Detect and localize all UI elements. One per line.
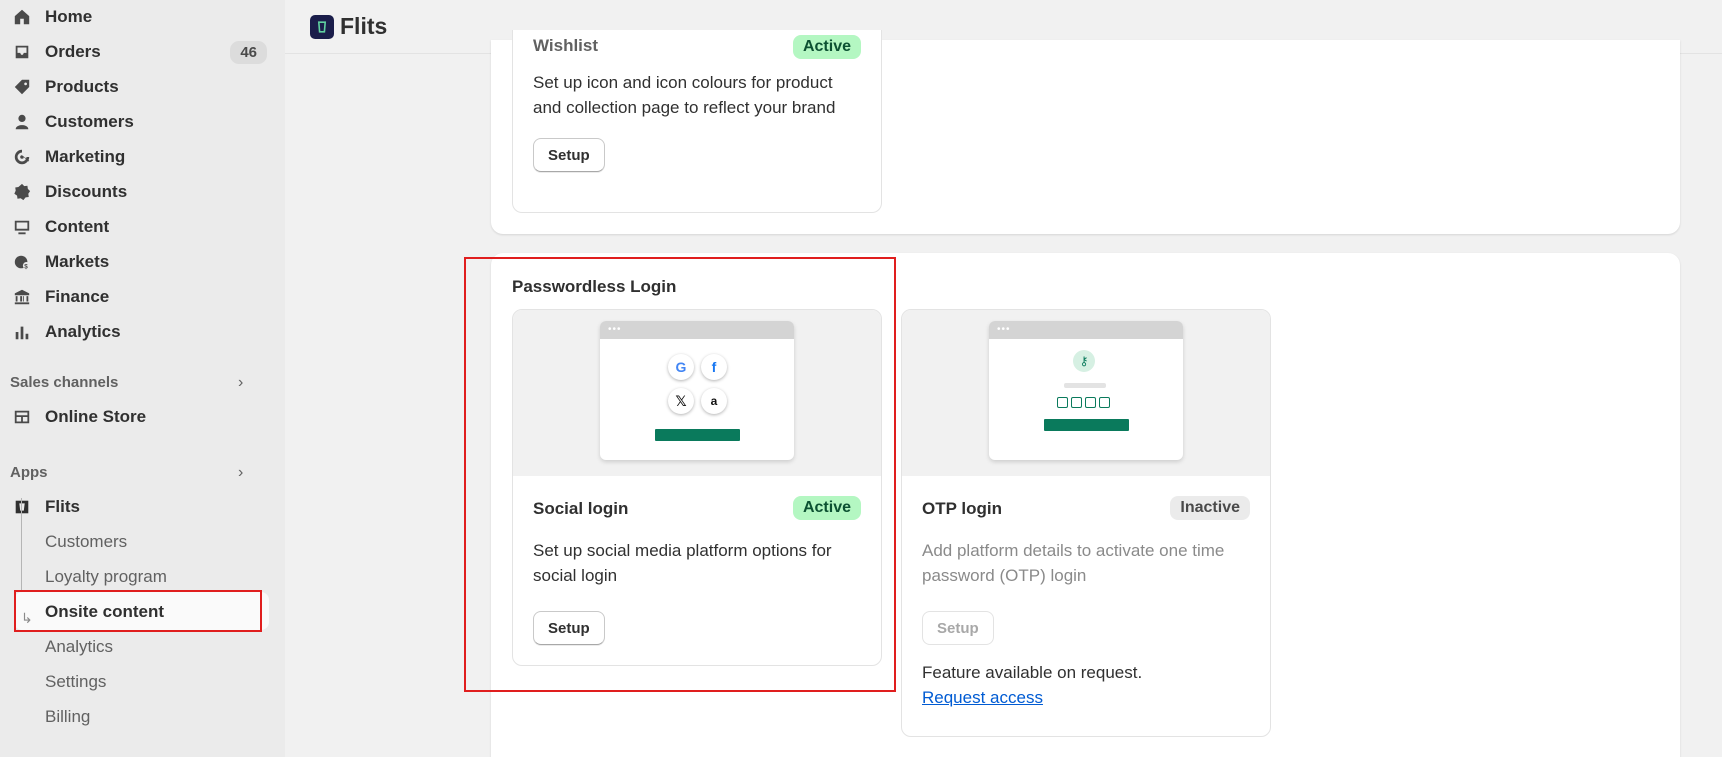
status-badge: Inactive bbox=[1170, 496, 1250, 520]
globe-icon: $ bbox=[12, 252, 32, 272]
sidebar-item-home[interactable]: Home bbox=[12, 0, 267, 34]
wishlist-setup-button[interactable]: Setup bbox=[533, 138, 605, 172]
sidebar-subitem-analytics[interactable]: Analytics bbox=[45, 637, 113, 657]
wishlist-description: Set up icon and icon colours for product… bbox=[533, 73, 836, 117]
sidebar-item-finance[interactable]: Finance bbox=[12, 280, 267, 314]
sidebar-item-label: Analytics bbox=[45, 322, 121, 341]
sidebar-subitem-billing[interactable]: Billing bbox=[45, 707, 90, 727]
request-access-link[interactable]: Request access bbox=[922, 688, 1043, 708]
sidebar-item-label: Flits bbox=[45, 497, 80, 516]
otp-login-description: Add platform details to activate one tim… bbox=[922, 541, 1225, 585]
sidebar-item-orders[interactable]: Orders 46 bbox=[12, 35, 267, 69]
login-button-mock bbox=[1044, 419, 1129, 431]
sidebar-item-label: Products bbox=[45, 77, 119, 96]
sidebar-item-label: Marketing bbox=[45, 147, 126, 166]
sidebar-item-content[interactable]: Content bbox=[12, 210, 267, 244]
key-icon: ⚷ bbox=[1073, 350, 1095, 372]
sidebar-item-customers[interactable]: Customers bbox=[12, 105, 267, 139]
inbox-icon bbox=[12, 42, 32, 62]
discount-icon bbox=[12, 182, 32, 202]
otp-box-icon bbox=[1057, 397, 1068, 408]
image-icon bbox=[12, 217, 32, 237]
sidebar-subitem-customers[interactable]: Customers bbox=[45, 532, 127, 552]
otp-login-card: ••• ⚷ OTP login Inactive Add platform de… bbox=[901, 309, 1271, 737]
otp-login-title: OTP login bbox=[922, 499, 1002, 518]
sidebar-item-marketing[interactable]: Marketing bbox=[12, 140, 267, 174]
sidebar-item-flits[interactable]: Flits bbox=[12, 490, 267, 524]
sidebar-item-label: Finance bbox=[45, 287, 110, 306]
sidebar-item-label: Orders bbox=[45, 42, 101, 61]
sidebar-item-label: Discounts bbox=[45, 182, 128, 201]
text-line-mock bbox=[1064, 383, 1106, 388]
otp-mockup: ••• ⚷ bbox=[989, 321, 1183, 460]
otp-login-setup-button[interactable]: Setup bbox=[922, 611, 994, 645]
sidebar-item-label: Online Store bbox=[45, 407, 147, 426]
sidebar-item-label: Markets bbox=[45, 252, 110, 271]
status-badge: Active bbox=[792, 35, 861, 59]
flits-app-icon bbox=[12, 497, 32, 517]
highlight-box bbox=[14, 590, 262, 632]
sales-channels-label: Sales channels bbox=[10, 374, 119, 391]
bank-icon bbox=[12, 287, 32, 307]
otp-box-icon bbox=[1099, 397, 1110, 408]
sidebar-item-online-store[interactable]: Online Store bbox=[12, 400, 267, 434]
tag-icon bbox=[12, 77, 32, 97]
home-icon bbox=[12, 7, 32, 27]
app-title: Flits bbox=[340, 13, 388, 39]
bar-chart-icon bbox=[12, 322, 32, 342]
otp-box-icon bbox=[1071, 397, 1082, 408]
target-icon bbox=[12, 147, 32, 167]
otp-box-icon bbox=[1085, 397, 1096, 408]
highlight-box bbox=[464, 257, 896, 692]
sidebar-item-label: Home bbox=[45, 7, 93, 26]
store-icon bbox=[12, 407, 32, 427]
svg-text:$: $ bbox=[24, 263, 28, 270]
sidebar: Home Orders 46 Products Customers Market… bbox=[0, 0, 285, 757]
sidebar-subitem-settings[interactable]: Settings bbox=[45, 672, 106, 692]
flits-logo-icon bbox=[310, 14, 334, 39]
wishlist-card: Wishlist Active Set up icon and icon col… bbox=[512, 30, 882, 213]
otp-login-preview: ••• ⚷ bbox=[902, 310, 1270, 476]
wishlist-title: Wishlist bbox=[533, 36, 599, 55]
sidebar-item-label: Content bbox=[45, 217, 110, 236]
feature-note: Feature available on request. bbox=[922, 663, 1143, 682]
chevron-right-icon[interactable]: › bbox=[238, 374, 243, 392]
sidebar-item-discounts[interactable]: Discounts bbox=[12, 175, 267, 209]
sidebar-item-products[interactable]: Products bbox=[12, 70, 267, 104]
wishlist-section: Wishlist Active Set up icon and icon col… bbox=[491, 30, 1680, 234]
sidebar-item-label: Customers bbox=[45, 112, 134, 131]
sidebar-item-analytics[interactable]: Analytics bbox=[12, 315, 267, 349]
sidebar-subitem-loyalty-program[interactable]: Loyalty program bbox=[45, 567, 167, 587]
chevron-right-icon[interactable]: › bbox=[238, 464, 243, 482]
person-icon bbox=[12, 112, 32, 132]
apps-label: Apps bbox=[10, 464, 48, 481]
orders-count-badge: 46 bbox=[230, 40, 267, 64]
sidebar-item-markets[interactable]: $ Markets bbox=[12, 245, 267, 279]
